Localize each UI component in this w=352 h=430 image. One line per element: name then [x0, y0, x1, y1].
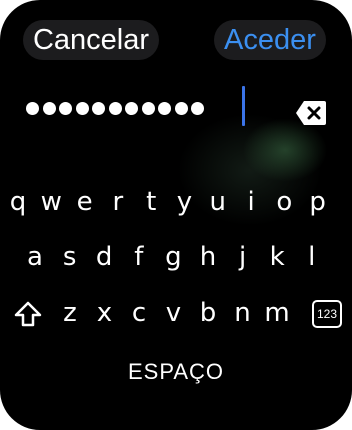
key-c[interactable]: c: [124, 296, 154, 330]
key-a[interactable]: a: [20, 240, 50, 274]
key-w[interactable]: w: [36, 185, 66, 219]
key-o[interactable]: o: [269, 185, 299, 219]
key-h[interactable]: h: [193, 240, 223, 274]
masked-password: [26, 93, 208, 123]
key-k[interactable]: k: [262, 240, 292, 274]
password-dot: [92, 101, 105, 115]
password-dot: [158, 101, 171, 115]
numbers-key[interactable]: 123: [312, 300, 342, 328]
shift-icon[interactable]: [13, 300, 43, 328]
space-key[interactable]: ESPAÇO: [100, 355, 252, 389]
password-dot: [141, 101, 155, 115]
key-q[interactable]: q: [3, 185, 33, 219]
key-t[interactable]: t: [136, 185, 166, 219]
password-dot: [75, 101, 89, 115]
text-cursor: [242, 86, 245, 126]
key-v[interactable]: v: [159, 296, 189, 330]
key-b[interactable]: b: [193, 296, 223, 330]
key-p[interactable]: p: [303, 185, 333, 219]
key-z[interactable]: z: [55, 296, 85, 330]
key-d[interactable]: d: [89, 240, 119, 274]
key-j[interactable]: j: [228, 240, 258, 274]
password-dot: [174, 101, 188, 115]
password-dot: [108, 101, 122, 115]
key-u[interactable]: u: [203, 185, 233, 219]
watch-screen: Cancelar Aceder qwertyuiop asdfghjkl zxc…: [0, 0, 352, 430]
key-y[interactable]: y: [170, 185, 200, 219]
password-dot: [125, 101, 138, 115]
password-dot: [59, 101, 72, 115]
password-dot: [191, 101, 204, 115]
key-n[interactable]: n: [228, 296, 258, 330]
key-x[interactable]: x: [90, 296, 120, 330]
key-g[interactable]: g: [158, 240, 188, 274]
cancel-button[interactable]: Cancelar: [23, 20, 159, 60]
key-m[interactable]: m: [262, 296, 292, 330]
key-f[interactable]: f: [124, 240, 154, 274]
password-dot: [42, 101, 56, 115]
confirm-button[interactable]: Aceder: [214, 20, 326, 60]
password-field[interactable]: [26, 92, 208, 122]
password-dot: [26, 101, 39, 115]
key-r[interactable]: r: [103, 185, 133, 219]
key-e[interactable]: e: [70, 185, 100, 219]
backspace-icon[interactable]: [295, 99, 327, 127]
key-i[interactable]: i: [236, 185, 266, 219]
key-s[interactable]: s: [55, 240, 85, 274]
key-l[interactable]: l: [297, 240, 327, 274]
